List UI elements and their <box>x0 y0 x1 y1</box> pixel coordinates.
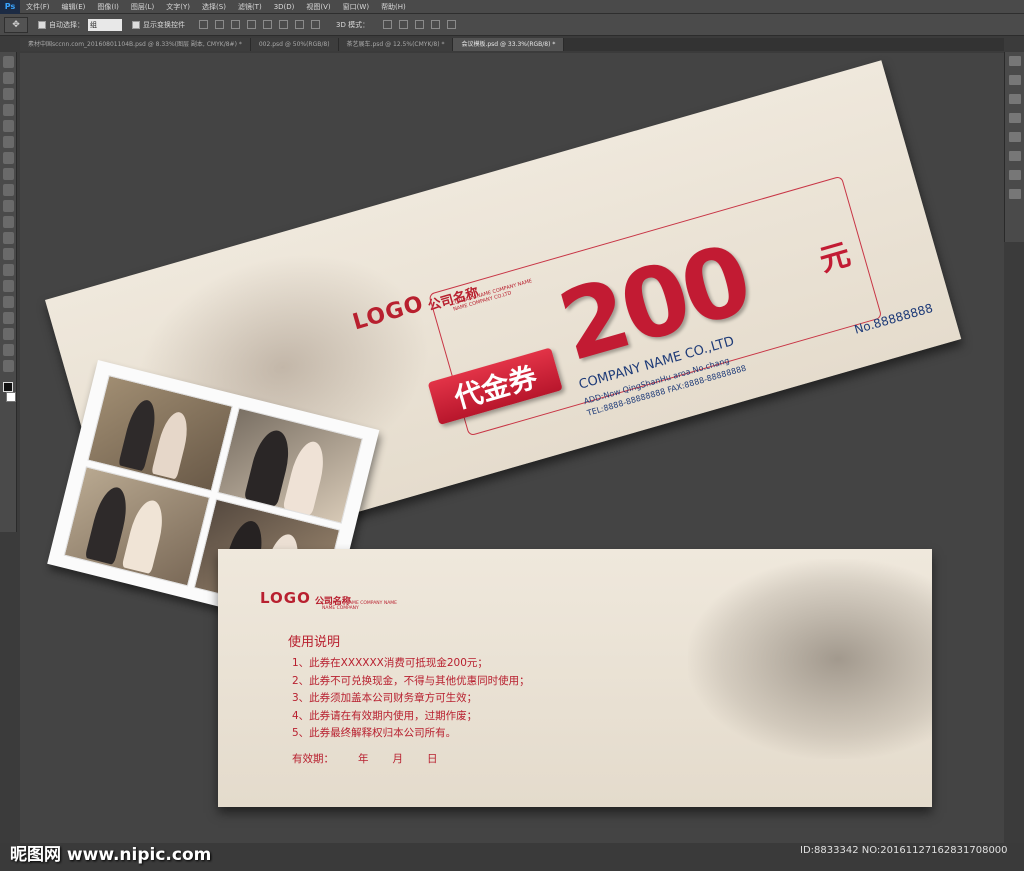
align-center-icon[interactable] <box>263 20 272 29</box>
eraser-tool-icon[interactable] <box>2 216 14 228</box>
shape-tool-icon[interactable] <box>2 328 14 340</box>
align-left-icon[interactable] <box>247 20 256 29</box>
menu-edit[interactable]: 编辑(E) <box>56 2 92 12</box>
stamp-tool-icon[interactable] <box>2 184 14 196</box>
scale-3d-icon[interactable] <box>447 20 457 29</box>
tab-document-2[interactable]: 002.psd @ 50%(RGB/8) <box>250 38 339 51</box>
show-transform-label: 显示变换控件 <box>143 20 185 29</box>
menu-type[interactable]: 文字(Y) <box>160 2 196 12</box>
menu-layer[interactable]: 图层(L) <box>125 2 160 12</box>
mode-3d-label: 3D 模式： <box>336 20 370 29</box>
menu-file[interactable]: 文件(F) <box>20 2 56 12</box>
show-transform-checkbox[interactable] <box>132 20 140 29</box>
slide-3d-icon[interactable] <box>431 20 441 29</box>
menu-window[interactable]: 窗口(W) <box>337 2 375 12</box>
site-watermark: 昵图网 www.nipic.com <box>10 845 212 865</box>
auto-select-dropdown[interactable]: 组 <box>88 18 122 31</box>
menu-3d[interactable]: 3D(D) <box>268 3 301 11</box>
options-bar: ✥ 自动选择： 组 显示变换控件 3D 模式： <box>0 14 1024 36</box>
properties-panel-icon[interactable] <box>1008 75 1021 85</box>
back-logo-sub: COMPANY NAME COMPANY NAME NAME COMPANY <box>322 601 398 611</box>
mode-3d-buttons <box>383 20 457 29</box>
rule-item: 1、此券在XXXXXX消费可抵现金200元； <box>292 657 488 669</box>
healing-tool-icon[interactable] <box>2 152 14 164</box>
foreground-color-swatch[interactable] <box>3 382 13 392</box>
background-color-swatch[interactable] <box>6 392 16 402</box>
tab-document-3[interactable]: 茶艺展车.psd @ 12.5%(CMYK/8) * <box>338 38 454 51</box>
rule-item: 3、此券须加盖本公司财务章方可生效； <box>292 692 478 704</box>
menu-image[interactable]: 图像(I) <box>91 2 125 12</box>
menu-help[interactable]: 帮助(H) <box>375 2 412 12</box>
lasso-tool-icon[interactable] <box>2 88 14 100</box>
adjustments-panel-icon[interactable] <box>1008 189 1021 199</box>
camera-background-image <box>688 559 932 759</box>
rules-title: 使用说明 <box>288 635 341 650</box>
path-select-tool-icon[interactable] <box>2 312 14 324</box>
menu-select[interactable]: 选择(S) <box>196 2 232 12</box>
image-id-watermark: ID:8833342 NO:20161127162831708000 <box>800 845 1008 856</box>
brush-tool-icon[interactable] <box>2 168 14 180</box>
drag-3d-icon[interactable] <box>415 20 425 29</box>
history-panel-icon[interactable] <box>1008 56 1021 66</box>
character-panel-icon[interactable] <box>1008 151 1021 161</box>
align-top-icon[interactable] <box>199 20 208 29</box>
hand-tool-icon[interactable] <box>2 344 14 356</box>
menu-view[interactable]: 视图(V) <box>300 2 336 12</box>
move-tool-icon[interactable]: ✥ <box>4 16 28 33</box>
auto-select-label: 自动选择： <box>49 20 84 29</box>
menubar: Ps 文件(F) 编辑(E) 图像(I) 图层(L) 文字(Y) 选择(S) 滤… <box>0 0 1024 14</box>
channels-panel-icon[interactable] <box>1008 113 1021 123</box>
paragraph-panel-icon[interactable] <box>1008 170 1021 180</box>
toolbox <box>0 52 17 532</box>
voucher-back: LOGO 公司名称 COMPANY NAME COMPANY NAME NAME… <box>218 549 932 807</box>
rules-list: 1、此券在XXXXXX消费可抵现金200元； 2、此券不可兑换现金，不得与其他优… <box>292 655 530 743</box>
type-tool-icon[interactable] <box>2 296 14 308</box>
layers-panel-icon[interactable] <box>1008 94 1021 104</box>
validity-line: 有效期： 年 月 日 <box>292 751 438 766</box>
paths-panel-icon[interactable] <box>1008 132 1021 142</box>
validity-year: 年 <box>358 753 369 765</box>
auto-select-checkbox[interactable] <box>38 20 46 29</box>
distribute-icon[interactable] <box>295 20 304 29</box>
align-middle-icon[interactable] <box>215 20 224 29</box>
rule-item: 2、此券不可兑换现金，不得与其他优惠同时使用； <box>292 674 530 687</box>
rule-item: 4、此券请在有效期内使用，过期作废； <box>292 709 478 722</box>
menu-filter[interactable]: 滤镜(T) <box>232 2 268 12</box>
align-buttons <box>199 20 320 29</box>
marquee-tool-icon[interactable] <box>2 72 14 84</box>
rule-item: 5、此券最终解释权归本公司所有。 <box>292 727 457 739</box>
document-tabs: 素材中国sccnn.com_20160801104B.psd @ 8.33%(图… <box>20 38 1004 51</box>
zoom-tool-icon[interactable] <box>2 360 14 372</box>
tab-document-1[interactable]: 素材中国sccnn.com_20160801104B.psd @ 8.33%(图… <box>20 38 251 51</box>
dodge-tool-icon[interactable] <box>2 264 14 276</box>
tab-document-active[interactable]: 会议模板.psd @ 33.3%(RGB/8) * <box>453 38 565 51</box>
validity-month: 月 <box>392 753 404 765</box>
back-logo: LOGO 公司名称 COMPANY NAME COMPANY NAME NAME… <box>260 589 397 611</box>
roll-3d-icon[interactable] <box>399 20 409 29</box>
distribute-h-icon[interactable] <box>311 20 320 29</box>
back-logo-text: LOGO <box>260 589 311 607</box>
rotate-3d-icon[interactable] <box>383 20 393 29</box>
photoshop-logo-icon: Ps <box>0 0 20 14</box>
move-tool-icon[interactable] <box>2 56 14 68</box>
blur-tool-icon[interactable] <box>2 248 14 260</box>
eyedropper-tool-icon[interactable] <box>2 136 14 148</box>
crop-tool-icon[interactable] <box>2 120 14 132</box>
right-panel-dock <box>1004 52 1024 242</box>
align-right-icon[interactable] <box>279 20 288 29</box>
validity-day: 日 <box>427 753 438 765</box>
validity-label: 有效期： <box>292 753 334 765</box>
gradient-tool-icon[interactable] <box>2 232 14 244</box>
pen-tool-icon[interactable] <box>2 280 14 292</box>
align-bottom-icon[interactable] <box>231 20 240 29</box>
quick-select-tool-icon[interactable] <box>2 104 14 116</box>
history-brush-icon[interactable] <box>2 200 14 212</box>
